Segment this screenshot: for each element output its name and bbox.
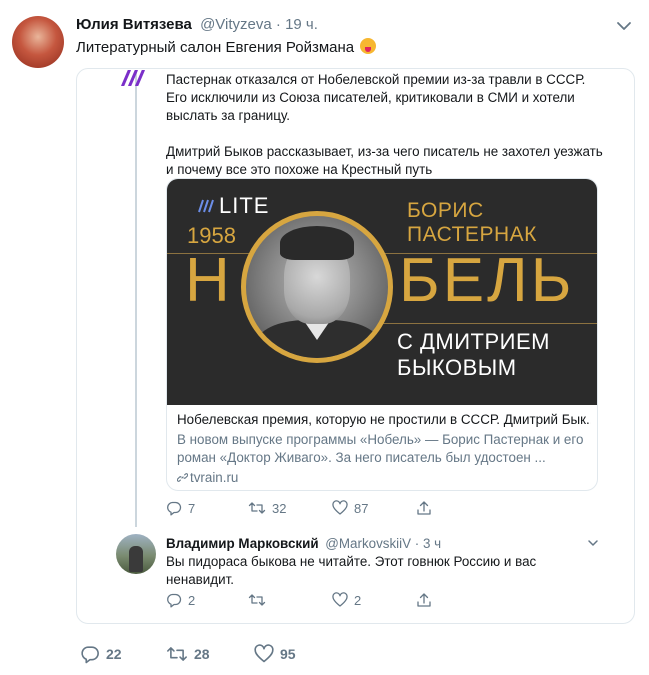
reply-reply-count: 2 — [188, 592, 196, 608]
author-handle[interactable]: @Vityzeva — [200, 16, 272, 33]
reply-text: Вы пидораса быкова не читайте. Этот говн… — [166, 554, 537, 587]
card-domain: tvrain.ru — [190, 470, 239, 485]
reply-like-count: 2 — [354, 592, 362, 608]
quoted-actions: 7 32 87 — [166, 500, 466, 518]
retweet-button[interactable]: 28 — [166, 644, 210, 664]
heart-icon — [332, 592, 348, 607]
squinting-tongue-emoji-icon — [360, 38, 377, 54]
card-subtitle-line1: С ДМИТРИЕМ — [397, 329, 550, 354]
card-title[interactable]: Нобелевская премия, которую не простили … — [177, 411, 591, 429]
card-title-left: Н — [185, 246, 232, 315]
like-count: 95 — [280, 646, 296, 662]
link-icon — [177, 473, 188, 482]
reply-icon — [81, 646, 99, 664]
tvrain-logo-icon — [121, 70, 145, 86]
reply-separator: · — [411, 536, 423, 551]
heart-icon — [254, 644, 274, 663]
author-line: Юлия Витязева @Vityzeva · 19 ч. — [76, 16, 318, 33]
tweet-actions: 22 28 95 — [80, 644, 340, 664]
share-icon — [417, 501, 431, 515]
share-icon — [417, 593, 431, 607]
avatar-person — [129, 546, 143, 572]
reply-actions: 2 2 — [166, 592, 466, 610]
tweet-time[interactable]: 19 ч. — [285, 16, 318, 33]
chevron-down-icon[interactable] — [614, 16, 634, 36]
tweet-text: Литературный салон Евгения Ройзмана — [76, 39, 355, 56]
heart-icon — [332, 500, 348, 515]
card-divider-bottom — [367, 323, 597, 324]
reply-reply-button[interactable]: 2 — [166, 592, 195, 608]
card-description: В новом выпуске программы «Нобель» — Бор… — [177, 432, 584, 465]
card-name-line2: ПАСТЕРНАК — [407, 223, 537, 246]
reply-author-handle[interactable]: @MarkovskiiV — [325, 536, 411, 551]
author-avatar[interactable] — [12, 16, 64, 68]
reply-button[interactable]: 22 — [80, 644, 122, 664]
lite-stripes-icon — [198, 199, 214, 213]
reply-icon — [167, 501, 182, 516]
thread-connector-line — [135, 72, 137, 527]
retweet-icon — [248, 502, 266, 514]
quoted-like-count: 87 — [354, 500, 369, 516]
card-domain-row[interactable]: tvrain.ru — [177, 469, 591, 487]
card-meta[interactable]: Нобелевская премия, которую не простили … — [177, 411, 591, 487]
portrait-hair — [280, 226, 354, 260]
reply-author-avatar[interactable] — [116, 534, 156, 574]
link-card[interactable]: LITE 1958 БОРИС ПАСТЕРНАК Н БЕЛЬ С ДМИТР… — [166, 178, 598, 491]
reply-author-name[interactable]: Владимир Марковский — [166, 536, 319, 551]
quoted-reply-count: 7 — [188, 500, 196, 516]
quoted-paragraph-1: Пастернак отказался от Нобелевской преми… — [166, 72, 586, 123]
quoted-paragraph-2: Дмитрий Быков рассказывает, из-за чего п… — [166, 144, 603, 177]
card-name-line1: БОРИС — [407, 199, 484, 222]
reply-retweet-button[interactable] — [248, 592, 272, 608]
reply-count: 22 — [106, 646, 122, 662]
quoted-share-button[interactable] — [416, 500, 438, 516]
retweet-count: 28 — [194, 646, 210, 662]
card-subtitle-line2: БЫКОВЫМ — [397, 355, 517, 380]
reply-icon — [167, 593, 182, 608]
reply-like-button[interactable]: 2 — [332, 592, 361, 608]
reply-share-button[interactable] — [416, 592, 438, 608]
like-button[interactable]: 95 — [254, 644, 296, 664]
card-name: БОРИС ПАСТЕРНАК — [407, 199, 537, 247]
reply-header: Владимир Марковский @MarkovskiiV · 3 ч — [166, 536, 441, 551]
card-title-right: БЕЛЬ — [399, 246, 575, 315]
chevron-down-icon[interactable] — [586, 536, 600, 550]
reply-time[interactable]: 3 ч — [423, 536, 441, 551]
quoted-reply-button[interactable]: 7 — [166, 500, 195, 516]
author-name[interactable]: Юлия Витязева — [76, 16, 192, 33]
separator: · — [271, 16, 286, 33]
quoted-retweet-button[interactable]: 32 — [248, 500, 286, 516]
retweet-icon — [248, 594, 266, 606]
card-subtitle: С ДМИТРИЕМ БЫКОВЫМ — [397, 329, 550, 381]
card-brand: LITE — [219, 193, 270, 218]
quoted-retweet-count: 32 — [272, 500, 287, 516]
tweet-text-line: Литературный салон Евгения Ройзмана — [76, 38, 377, 56]
portrait-image — [241, 211, 393, 363]
quoted-like-button[interactable]: 87 — [332, 500, 368, 516]
card-image[interactable]: LITE 1958 БОРИС ПАСТЕРНАК Н БЕЛЬ С ДМИТР… — [167, 179, 597, 405]
retweet-icon — [167, 647, 187, 661]
